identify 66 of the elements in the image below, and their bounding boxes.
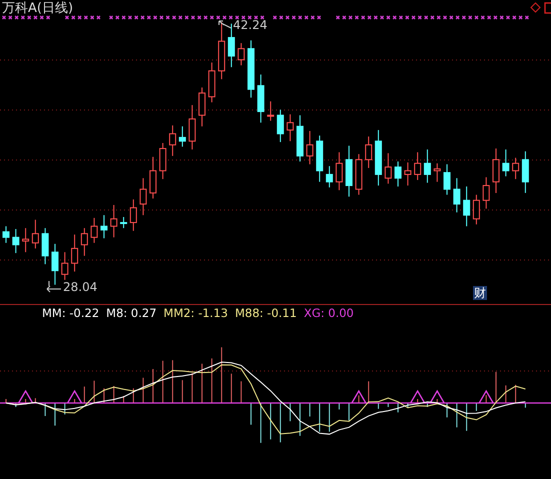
candlestick bbox=[248, 40, 254, 98]
chart-title: 万科A(日线) bbox=[2, 0, 74, 17]
candlestick bbox=[100, 214, 108, 239]
candlestick bbox=[12, 228, 20, 254]
candlestick bbox=[52, 243, 58, 286]
high-price-label: 42.24 bbox=[233, 17, 268, 34]
candlestick bbox=[414, 152, 422, 180]
legend-value: M8: 0.27 bbox=[106, 306, 157, 320]
candlestick bbox=[355, 154, 362, 196]
arrow-icon bbox=[218, 20, 232, 30]
candlestick bbox=[502, 148, 510, 177]
candlestick bbox=[208, 62, 216, 103]
candlestick bbox=[492, 148, 500, 194]
candlestick bbox=[463, 186, 470, 227]
candlestick bbox=[130, 198, 137, 232]
candlestick bbox=[80, 228, 88, 256]
legend-value: M88: -0.11 bbox=[234, 306, 297, 320]
legend-value: MM2: -1.13 bbox=[164, 306, 228, 320]
candlestick bbox=[326, 166, 333, 188]
candlestick bbox=[434, 162, 441, 182]
legend-value: XG: 0.00 bbox=[304, 306, 354, 320]
candlestick bbox=[276, 109, 284, 143]
candlestick bbox=[522, 150, 529, 194]
candlestick bbox=[257, 74, 264, 124]
candlestick bbox=[169, 124, 176, 156]
candlestick bbox=[198, 87, 206, 127]
candlestick bbox=[306, 130, 314, 165]
candlestick bbox=[110, 204, 118, 238]
candlestick bbox=[394, 161, 402, 187]
candlestick bbox=[336, 152, 343, 191]
candlestick bbox=[228, 23, 235, 68]
candlestick bbox=[404, 162, 412, 186]
candlestick bbox=[22, 228, 30, 253]
candlestick bbox=[316, 135, 324, 182]
candlestick bbox=[188, 104, 196, 150]
candlestick bbox=[453, 178, 460, 213]
candlestick bbox=[90, 217, 98, 244]
candlestick bbox=[42, 228, 49, 265]
candlestick bbox=[159, 142, 166, 180]
candlestick bbox=[32, 219, 39, 249]
candlestick bbox=[374, 130, 382, 186]
arrow-icon bbox=[46, 281, 62, 293]
candlestick bbox=[61, 252, 68, 280]
candlestick bbox=[365, 136, 372, 168]
low-price-label: 28.04 bbox=[63, 279, 98, 296]
candlestick bbox=[444, 164, 450, 196]
candlestick bbox=[482, 176, 490, 210]
candlestick bbox=[512, 157, 520, 180]
candlestick bbox=[218, 22, 226, 80]
candlestick bbox=[267, 100, 274, 122]
diamond-icon bbox=[530, 2, 541, 13]
candlestick bbox=[346, 145, 352, 198]
candlestick bbox=[150, 156, 156, 199]
candlestick bbox=[120, 216, 128, 229]
candlestick bbox=[296, 114, 304, 162]
candlestick bbox=[238, 42, 245, 66]
candlestick bbox=[2, 226, 10, 244]
finance-badge: 财 bbox=[473, 286, 487, 300]
legend-value: MM: -0.22 bbox=[42, 306, 100, 320]
candlestick bbox=[286, 114, 294, 142]
candlestick bbox=[424, 148, 431, 184]
candlestick bbox=[384, 152, 392, 184]
candlestick bbox=[472, 194, 480, 225]
candlestick bbox=[178, 126, 186, 148]
candlestick bbox=[140, 178, 147, 216]
candlestick bbox=[71, 234, 78, 272]
